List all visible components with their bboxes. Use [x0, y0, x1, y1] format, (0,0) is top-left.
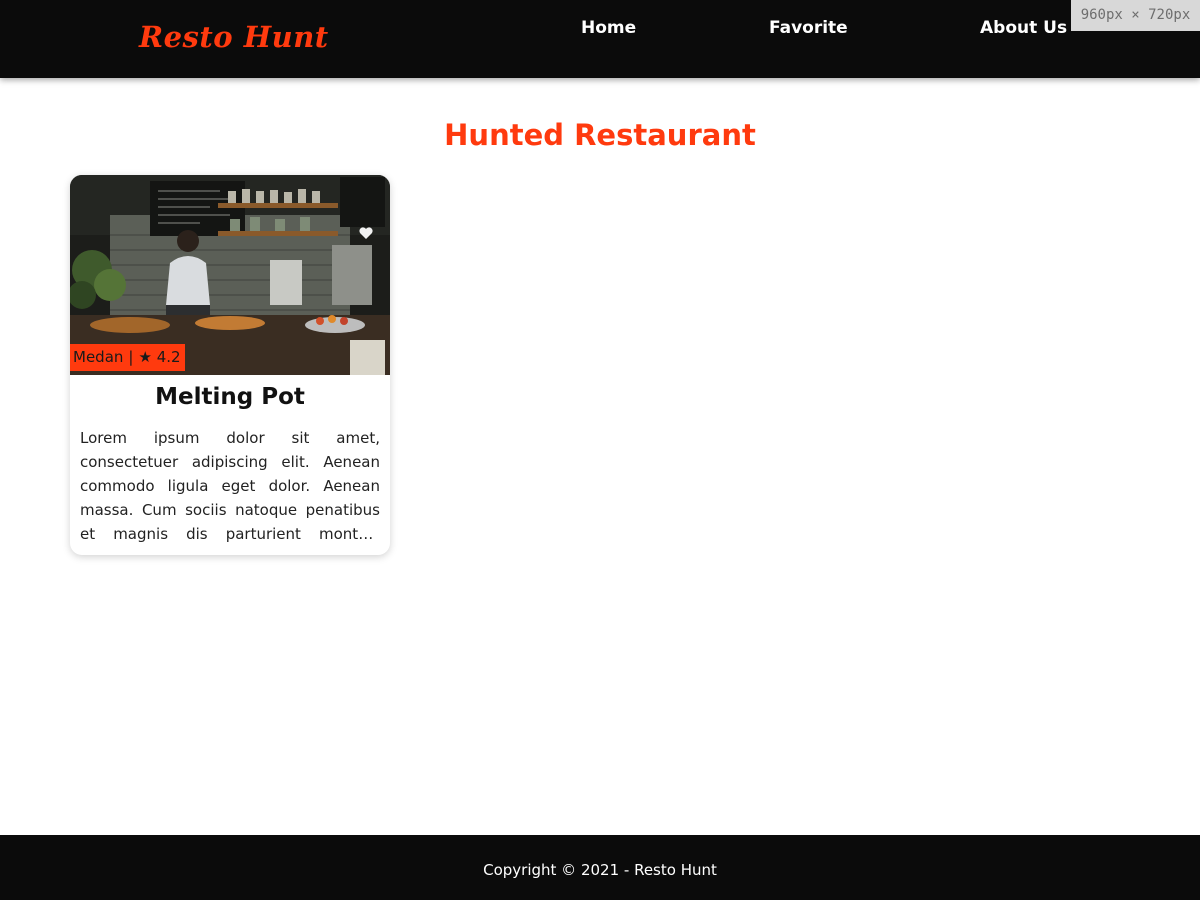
- app-footer: Copyright © 2021 - Resto Hunt: [0, 835, 1200, 900]
- star-icon: ★: [138, 348, 152, 366]
- restaurant-card[interactable]: Medan | ★ 4.2 Melting Pot Lorem ipsum dolo…: [70, 175, 390, 555]
- copyright-text: Copyright © 2021 - Resto Hunt: [483, 861, 717, 879]
- page-title: Hunted Restaurant: [444, 118, 756, 152]
- viewport-size-overlay: 960px × 720px: [1071, 0, 1200, 31]
- rating-value: 4.2: [156, 348, 181, 366]
- nav-about-link[interactable]: About Us: [980, 18, 1067, 38]
- nav-home-link[interactable]: Home: [581, 18, 636, 38]
- location-rating-badge: Medan | ★ 4.2: [70, 344, 185, 371]
- restaurant-name[interactable]: Melting Pot: [70, 384, 390, 410]
- app-header: Resto Hunt Home Favorite About Us 960px …: [0, 0, 1200, 78]
- badge-separator: |: [128, 348, 134, 366]
- city-label: Medan: [73, 348, 124, 366]
- nav-favorite-link[interactable]: Favorite: [769, 18, 848, 38]
- restaurant-description: Lorem ipsum dolor sit amet, consectetuer…: [80, 429, 380, 543]
- site-logo[interactable]: Resto Hunt: [139, 20, 329, 54]
